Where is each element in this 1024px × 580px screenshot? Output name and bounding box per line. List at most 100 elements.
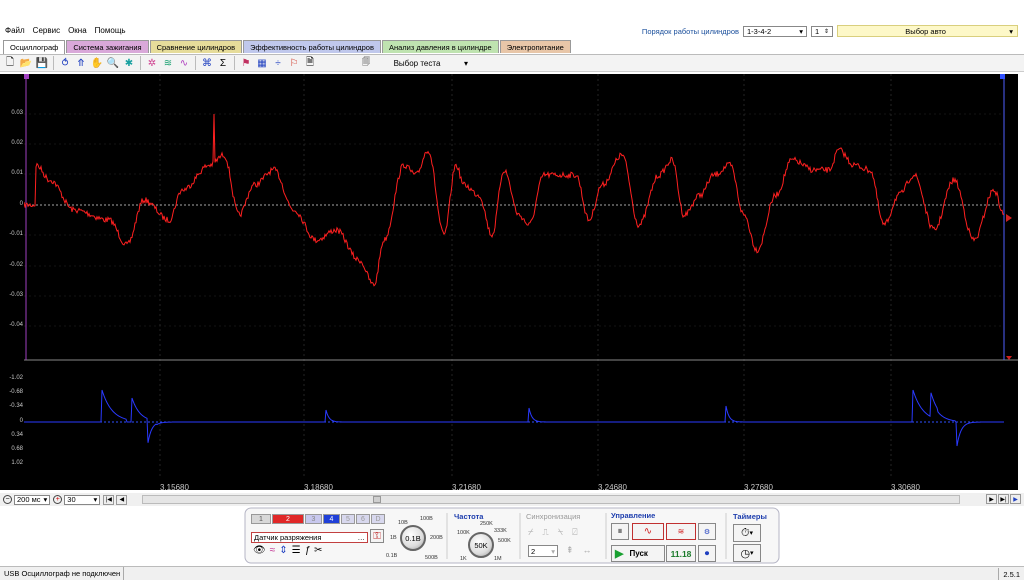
channel-button-4[interactable]: 4 xyxy=(323,514,340,524)
cursor-marker-right xyxy=(1000,74,1005,79)
frame-nav-left: |◀ ◀ xyxy=(103,494,128,505)
overlay-icon[interactable]: ≋ xyxy=(161,56,175,70)
tab-oscilloscope[interactable]: Осциллограф xyxy=(3,40,66,54)
frequency-knob[interactable]: 50K xyxy=(468,532,494,558)
timers-title: Таймеры xyxy=(733,512,767,521)
chevron-down-icon: ▾ xyxy=(799,26,803,36)
menu-file[interactable]: Файл xyxy=(4,26,26,38)
flag-icon[interactable]: ⚐ xyxy=(287,56,301,70)
zoom-icon[interactable]: 🔍 xyxy=(106,56,120,70)
play-icon[interactable]: ▶ xyxy=(1010,494,1021,504)
list-icon[interactable]: ☰ xyxy=(292,545,301,556)
hand-pan-icon[interactable]: ✋ xyxy=(90,56,104,70)
last-frame-icon[interactable]: ▶| xyxy=(998,494,1009,504)
tab-cylinder-compare[interactable]: Сравнение цилиндров xyxy=(149,40,243,53)
math-icon[interactable]: Σ xyxy=(216,56,230,70)
filter-icon[interactable]: ✲ xyxy=(145,56,159,70)
volts-label: 10В xyxy=(398,520,408,526)
channel-button-2[interactable]: 2 xyxy=(272,514,304,524)
channel-button-1[interactable]: 1 xyxy=(251,514,271,524)
zoom-out-icon[interactable]: − xyxy=(3,495,12,504)
timer2-button[interactable]: ◷ ▾ xyxy=(733,544,761,562)
menu-windows[interactable]: Окна xyxy=(67,26,88,38)
record-icon[interactable]: ⏺ xyxy=(698,545,716,562)
cyl-number-spinner[interactable]: 1 ⇕ xyxy=(811,25,833,37)
spin-arrows-icon: ⇕ xyxy=(823,28,829,35)
channel-button-5[interactable]: 5 xyxy=(341,514,355,524)
save-icon[interactable]: 💾 xyxy=(35,56,49,70)
status-bar: USB Осциллограф не подключен 2.5.1 xyxy=(0,566,1024,580)
multi-wave-icon[interactable]: ≋ xyxy=(666,523,696,540)
oscilloscope-display[interactable]: 2 Датчик разряжения (В) 4 Датчик синхрон… xyxy=(24,74,1018,490)
rising-edge-icon[interactable]: ⌿ xyxy=(528,527,533,538)
cursor-icon[interactable]: ⚑ xyxy=(239,56,253,70)
updown-icon[interactable]: ⇕ xyxy=(279,545,287,556)
spectrum-icon[interactable]: ∿ xyxy=(177,56,191,70)
y-tick-upper: -0.02 xyxy=(9,262,23,268)
timer1-button[interactable]: ⏱ ▾ xyxy=(733,524,761,542)
toolbar-divider xyxy=(140,56,141,70)
start-button[interactable]: ▶ Пуск xyxy=(611,545,665,562)
auto-select-value: Выбор авто xyxy=(905,26,946,36)
auto-sync-icon[interactable]: ⍁ xyxy=(572,527,577,538)
measure-icon[interactable]: ⤊ xyxy=(74,56,88,70)
y-tick-lower: -1.02 xyxy=(9,375,23,381)
zoom-in-icon[interactable]: + xyxy=(53,495,63,504)
function-icon[interactable]: ƒ xyxy=(305,545,311,556)
y-tick-upper: -0.04 xyxy=(9,322,23,328)
volts-knob[interactable]: 0.1В xyxy=(400,525,426,551)
table-icon[interactable]: ▦ xyxy=(255,56,269,70)
test-select-icon: 🗐 xyxy=(362,57,370,66)
probe-config-icon[interactable]: ⚿ xyxy=(370,529,384,543)
tools-icon[interactable]: ✂ xyxy=(314,545,322,556)
menu-help[interactable]: Помощь xyxy=(94,26,127,38)
auto-mode-icon[interactable]: ⚙ xyxy=(698,523,716,540)
new-file-icon[interactable]: 🗋 xyxy=(3,56,17,70)
sine-wave-icon[interactable]: ∿ xyxy=(632,523,664,540)
sync-offset-icon[interactable]: ↔ xyxy=(583,545,592,556)
sync-level-icon[interactable]: ⇞ xyxy=(566,545,574,556)
freq-label: 333K xyxy=(494,528,507,534)
auto-select-combo[interactable]: Выбор авто ▾ xyxy=(837,25,1018,37)
test-select[interactable]: 🗐 Выбор теста ▾ xyxy=(359,57,471,70)
y-tick-lower: 0.68 xyxy=(11,446,23,452)
next-frame-icon[interactable]: ▶ xyxy=(986,494,997,504)
x-tick-label: 3.27680 xyxy=(744,483,773,492)
header-controls: Порядок работы цилиндров 1-3-4-2 ▾ 1 ⇕ В… xyxy=(642,25,1018,37)
timebase-select[interactable]: 200 мс ▾ xyxy=(14,494,51,505)
sync-channel-select[interactable]: 2 ▾ xyxy=(528,545,558,557)
trigger-icon[interactable]: ⥀ xyxy=(58,56,72,70)
pulse-icon[interactable]: ⎍ xyxy=(542,527,548,538)
waveform-icon[interactable]: ≈ xyxy=(270,545,276,556)
channel-button-6[interactable]: 6 xyxy=(356,514,370,524)
prev-frame-icon[interactable]: ◀ xyxy=(116,494,128,505)
test-select-label: Выбор теста xyxy=(393,58,441,68)
divide-icon[interactable]: ÷ xyxy=(271,56,285,70)
channel-button-D[interactable]: D xyxy=(371,514,385,524)
first-frame-icon[interactable]: |◀ xyxy=(103,494,115,505)
falling-edge-icon[interactable]: ⍀ xyxy=(558,527,563,538)
volts-label: 200В xyxy=(430,535,443,541)
autoscale-icon[interactable]: ✱ xyxy=(122,56,136,70)
cyl-order-select[interactable]: 1-3-4-2 ▾ xyxy=(743,25,807,37)
probe-select[interactable]: Датчик разряжения … xyxy=(251,532,368,543)
tab-pressure-analysis[interactable]: Анализ давления в цилиндре xyxy=(381,40,499,53)
freq-label: 100K xyxy=(457,530,470,536)
document-icon[interactable]: 🗎 xyxy=(303,56,317,70)
y-tick-lower: 0.34 xyxy=(11,432,23,438)
time-scrollbar[interactable] xyxy=(142,495,960,504)
count-select[interactable]: 30 ▾ xyxy=(64,494,101,505)
channel-button-3[interactable]: 3 xyxy=(305,514,322,524)
menu-service[interactable]: Сервис xyxy=(32,26,61,38)
pause-icon[interactable]: ⏸ xyxy=(611,523,629,540)
probe-icon[interactable]: ⌘ xyxy=(200,56,214,70)
tab-ignition[interactable]: Система зажигания xyxy=(66,40,149,53)
tab-power-supply[interactable]: Электропитание xyxy=(499,40,571,53)
eye-icon[interactable]: 👁 xyxy=(253,545,266,556)
scroll-thumb[interactable] xyxy=(373,496,381,503)
menu-bar: Файл Сервис Окна Помощь xyxy=(4,26,127,38)
bottom-marker xyxy=(1006,356,1012,360)
y-tick-lower: 1.02 xyxy=(11,460,23,466)
tab-cylinder-efficiency[interactable]: Эффективность работы цилиндров xyxy=(243,40,381,53)
open-folder-icon[interactable]: 📂 xyxy=(19,56,33,70)
